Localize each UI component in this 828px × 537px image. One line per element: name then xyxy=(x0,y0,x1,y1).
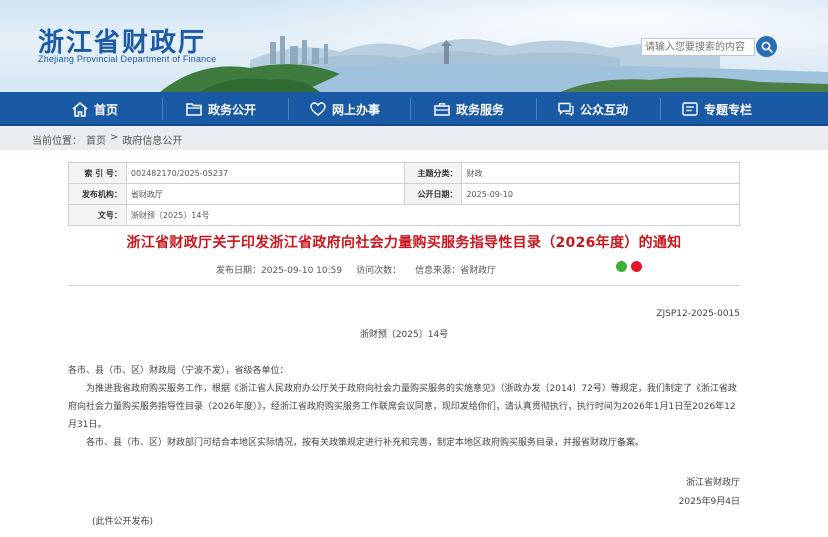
nav-item-gov-services[interactable]: 政务服务 xyxy=(434,92,504,126)
weibo-share-icon[interactable] xyxy=(631,261,642,272)
salutation: 各市、县（市、区）财政局（宁波不发），省级各单位： xyxy=(68,366,289,376)
breadcrumb-gov-info-link[interactable]: 政府信息公开 xyxy=(122,132,182,147)
search-icon xyxy=(761,41,773,53)
nav-divider xyxy=(162,98,163,120)
wechat-share-icon[interactable] xyxy=(616,261,627,272)
publish-date: 发布日期：2025-09-10 10:59 xyxy=(216,266,343,276)
info-source: 信息来源：省财政厅 xyxy=(415,266,497,276)
nav-label: 首页 xyxy=(94,102,119,117)
breadcrumb-bar: 当前位置： 首页 > 政府信息公开 xyxy=(0,126,828,150)
docnum-value: 浙财预〔2025〕14号 xyxy=(125,204,741,226)
category-value: 财政 xyxy=(461,162,740,184)
issuer-value: 省财政厅 xyxy=(125,183,405,205)
nav-item-gov-affairs[interactable]: 政务公开 xyxy=(186,92,256,126)
issuer-label: 发布机构： xyxy=(68,183,127,205)
header-banner: 浙江省财政厅 Zhejiang Provincial Department of… xyxy=(0,0,828,92)
breadcrumb-separator: > xyxy=(110,132,119,143)
document-number: 浙财预〔2025〕14号 xyxy=(359,330,449,340)
column-icon xyxy=(682,102,698,116)
visit-count: 访问次数： xyxy=(356,266,402,276)
publication-note: (此件公开发布) xyxy=(92,517,154,527)
nav-label: 政务公开 xyxy=(208,102,257,117)
breadcrumb: 当前位置： 首页 > 政府信息公开 xyxy=(32,132,182,147)
nav-label: 公众互动 xyxy=(580,102,629,117)
main-nav: 首页 政务公开 网上办事 政务服务 公众互动 专题专栏 xyxy=(0,92,828,126)
table-row: 发布机构： 省财政厅 公开日期： 2025-09-10 xyxy=(68,183,740,205)
nav-item-special-columns[interactable]: 专题专栏 xyxy=(682,92,752,126)
nav-label: 网上办事 xyxy=(332,102,381,117)
signature: 浙江省财政厅 xyxy=(685,478,740,488)
table-row: 索 引 号： 002482170/2025-05237 主题分类： 财政 xyxy=(68,162,740,184)
date-label: 公开日期： xyxy=(403,183,463,205)
heart-hands-icon xyxy=(310,102,326,116)
share-buttons xyxy=(616,261,642,272)
nav-label: 专题专栏 xyxy=(704,102,753,117)
breadcrumb-label: 当前位置： xyxy=(32,136,82,147)
briefcase-icon xyxy=(434,103,450,116)
category-label: 主题分类： xyxy=(403,162,463,184)
home-icon xyxy=(72,101,88,117)
site-subtitle: Zhejiang Provincial Department of Financ… xyxy=(38,54,217,64)
nav-item-online-services[interactable]: 网上办事 xyxy=(310,92,380,126)
index-label: 索 引 号： xyxy=(68,162,127,184)
nav-item-home[interactable]: 首页 xyxy=(72,92,118,126)
search-button[interactable] xyxy=(756,36,777,57)
nav-label: 政务服务 xyxy=(456,102,505,117)
signature-date: 2025年9月4日 xyxy=(678,497,740,507)
document-info-table: 索 引 号： 002482170/2025-05237 主题分类： 财政 发布机… xyxy=(68,162,741,226)
nav-divider xyxy=(536,98,537,120)
breadcrumb-home-link[interactable]: 首页 xyxy=(86,132,106,147)
nav-item-public-interaction[interactable]: 公众互动 xyxy=(558,92,628,126)
nav-divider xyxy=(410,98,411,120)
index-value: 002482170/2025-05237 xyxy=(125,162,405,184)
document-code: ZJSP12-2025-0015 xyxy=(656,309,740,319)
paragraph: 各市、县（市、区）财政部门可结合本地区实际情况，按有关政策规定进行补充和完善，制… xyxy=(86,438,645,448)
table-row: 文号： 浙财预〔2025〕14号 xyxy=(68,204,741,226)
date-value: 2025-09-10 xyxy=(461,183,740,205)
search-input[interactable] xyxy=(641,38,755,56)
article-meta: 发布日期：2025-09-10 10:59 访问次数： 信息来源：省财政厅 xyxy=(216,263,496,276)
article-body: 各市、县（市、区）财政局（宁波不发），省级各单位： 为推进我省政府购买服务工作，… xyxy=(68,362,740,452)
article-title: 浙江省财政厅关于印发浙江省政府向社会力量购买服务指导性目录（2026年度）的通知 xyxy=(126,235,682,251)
paragraph: 为推进我省政府购买服务工作，根据《浙江省人民政府办公厅关于政府向社会力量购买服务… xyxy=(68,384,737,430)
divider xyxy=(68,285,740,286)
nav-divider xyxy=(288,98,289,120)
chat-icon xyxy=(558,102,574,116)
nav-divider xyxy=(660,98,661,120)
docnum-label: 文号： xyxy=(68,204,127,226)
folder-icon xyxy=(186,103,202,116)
